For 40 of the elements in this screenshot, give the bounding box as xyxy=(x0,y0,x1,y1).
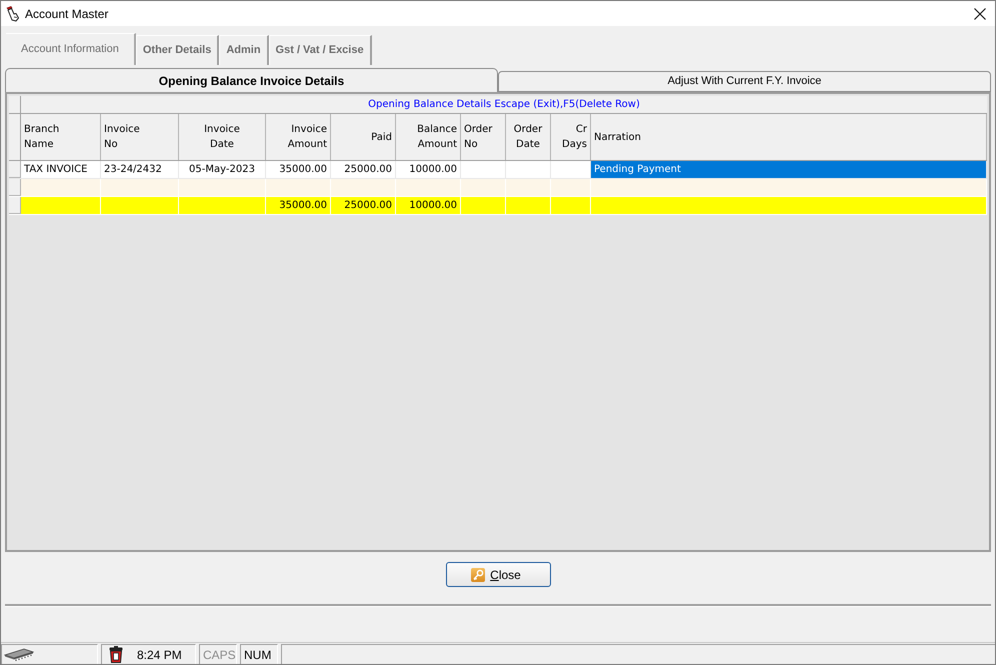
trash-icon xyxy=(109,646,123,663)
key-indicator: NUM xyxy=(240,644,278,664)
key-indicator: CAPS xyxy=(199,644,237,664)
column-header[interactable]: Order Date xyxy=(506,114,551,160)
window-title: Account Master xyxy=(25,6,108,20)
table-cell[interactable]: 10000.00 xyxy=(396,161,461,178)
tab[interactable]: Gst / Vat / Excise xyxy=(268,35,372,65)
chip-icon xyxy=(4,648,34,661)
table-cell[interactable]: TAX INVOICE xyxy=(21,161,101,178)
table-cell: 10000.00 xyxy=(396,197,461,214)
table-cell[interactable]: Pending Payment xyxy=(591,161,987,178)
table-cell: 35000.00 xyxy=(266,197,331,214)
table-cell[interactable]: 23-24/2432 xyxy=(101,161,179,178)
column-header[interactable]: Invoice No xyxy=(101,114,179,160)
tab[interactable]: Other Details xyxy=(136,35,220,65)
column-header[interactable]: Paid xyxy=(331,114,396,160)
table-cell[interactable]: 05-May-2023 xyxy=(179,161,266,178)
row-header[interactable] xyxy=(9,161,21,178)
column-header[interactable]: Branch Name xyxy=(21,114,101,160)
table-cell: 25000.00 xyxy=(331,197,396,214)
tab[interactable]: Adjust With Current F.Y. Invoice xyxy=(498,71,991,92)
grid-caption: Opening Balance Details Escape (Exit),F5(Delete Row) xyxy=(21,96,987,113)
time-label: 8:24 PM xyxy=(137,646,182,664)
column-header[interactable]: Narration xyxy=(591,114,987,160)
column-header[interactable]: Invoice Amount xyxy=(266,114,331,160)
close-button[interactable]: Close xyxy=(446,562,550,587)
tab[interactable]: Account Information xyxy=(6,33,136,65)
column-header[interactable]: Balance Amount xyxy=(396,114,461,160)
key-icon xyxy=(471,568,486,582)
tab[interactable]: Admin xyxy=(219,35,269,65)
table-cell[interactable]: 35000.00 xyxy=(266,161,331,178)
table-cell[interactable]: 25000.00 xyxy=(331,161,396,178)
column-header[interactable]: Invoice Date xyxy=(179,114,266,160)
row-header[interactable] xyxy=(9,179,21,196)
row-header[interactable] xyxy=(9,197,21,214)
column-header[interactable]: Cr Days xyxy=(551,114,591,160)
column-header[interactable]: Order No xyxy=(461,114,506,160)
close-icon[interactable] xyxy=(974,8,986,20)
tab[interactable]: Opening Balance Invoice Details xyxy=(5,68,498,92)
pointer-icon xyxy=(5,5,21,22)
